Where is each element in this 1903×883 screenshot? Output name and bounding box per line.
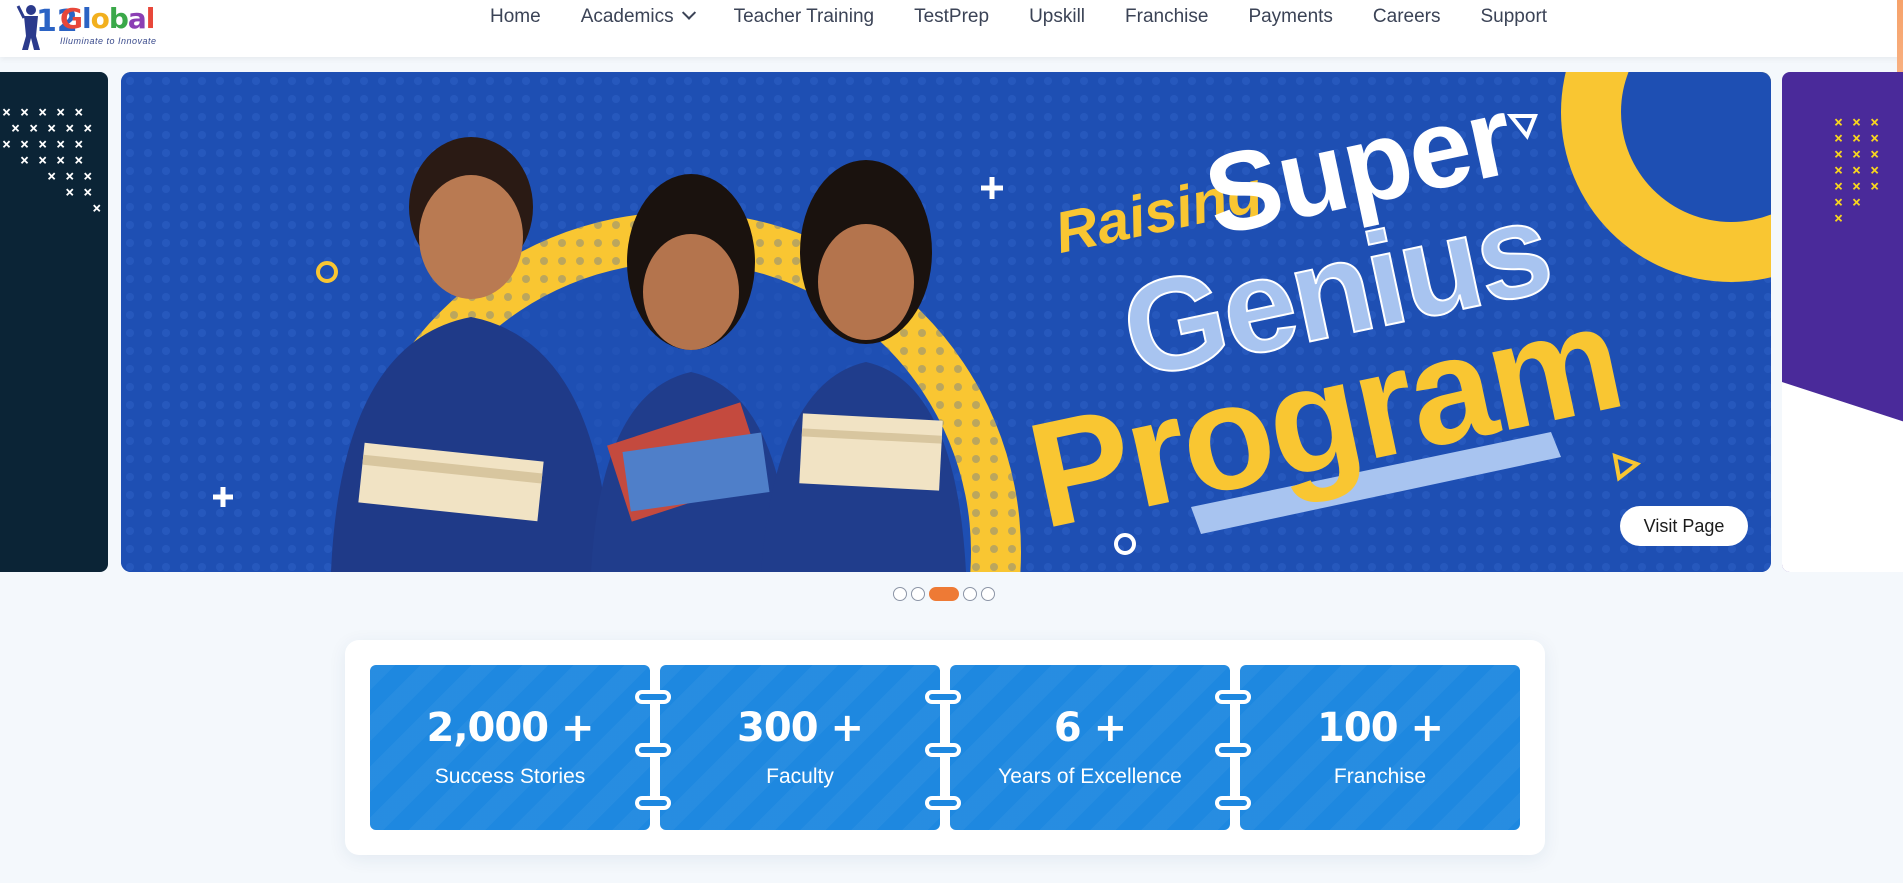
carousel-dot[interactable] [893, 587, 907, 601]
carousel-dot-active[interactable] [929, 587, 959, 601]
stat-card-years: 6 + Years of Excellence [950, 665, 1230, 830]
stat-card-franchise: 100 + Franchise [1240, 665, 1520, 830]
logo-wordmark: Global [60, 2, 155, 35]
carousel-dot[interactable] [981, 587, 995, 601]
stat-value: 2,000 + [426, 705, 595, 751]
stat-value: 6 + [1053, 705, 1127, 751]
x-pattern-decoration: × × × × × × × × × × × × × × × × × × × × … [2, 103, 102, 217]
stat-value: 300 + [737, 705, 864, 751]
nav-careers[interactable]: Careers [1353, 6, 1461, 28]
nav-upskill[interactable]: Upskill [1009, 6, 1105, 28]
binder-ring-decoration [925, 796, 961, 810]
binder-ring-decoration [635, 743, 671, 757]
carousel-slide-previous[interactable]: × × × × × × × × × × × × × × × × × × × × … [0, 72, 108, 572]
nav-franchise[interactable]: Franchise [1105, 6, 1228, 28]
stats-section: 2,000 + Success Stories 300 + Faculty 6 … [345, 640, 1545, 855]
site-header: 12 Global Illuminate to Innovate Home Ac… [0, 0, 1903, 200]
carousel-pagination [893, 587, 995, 601]
carousel-dot[interactable] [911, 587, 925, 601]
nav-home[interactable]: Home [470, 6, 561, 28]
brand-logo[interactable]: 12 Global Illuminate to Innovate [16, 0, 161, 52]
binder-ring-decoration [635, 796, 671, 810]
nav-support[interactable]: Support [1461, 6, 1568, 28]
nav-payments[interactable]: Payments [1228, 6, 1352, 28]
stat-card-success-stories: 2,000 + Success Stories [370, 665, 650, 830]
binder-ring-decoration [1215, 743, 1251, 757]
stat-value: 100 + [1317, 705, 1444, 751]
nav-teacher-training[interactable]: Teacher Training [714, 6, 894, 28]
nav-testprep[interactable]: TestPrep [894, 6, 1009, 28]
stat-label: Years of Excellence [998, 765, 1182, 788]
binder-ring-decoration [635, 690, 671, 704]
main-nav: Home Academics Teacher Training TestPrep… [470, 5, 1568, 28]
binder-ring-decoration [925, 743, 961, 757]
binder-ring-decoration [1215, 690, 1251, 704]
stat-label: Success Stories [434, 765, 586, 788]
logo-tagline: Illuminate to Innovate [60, 36, 157, 46]
x-pattern-decoration: × × × × × × × × × × × × × × × × × × [1834, 113, 1880, 227]
carousel-slide-next[interactable]: × × × × × × × × × × × × × × × × × × [1782, 72, 1903, 572]
binder-ring-decoration [1215, 796, 1251, 810]
stat-label: Franchise [1333, 765, 1427, 788]
binder-ring-decoration [925, 690, 961, 704]
carousel-slide-active[interactable]: Raising Super Genius Program Visit Page [121, 72, 1771, 572]
visit-page-button[interactable]: Visit Page [1620, 506, 1748, 546]
nav-academics[interactable]: Academics [561, 5, 714, 28]
stat-label: Faculty [766, 765, 834, 788]
slide-shape-decoration [1782, 382, 1903, 572]
carousel-dot[interactable] [963, 587, 977, 601]
chevron-down-icon [681, 5, 696, 20]
stat-card-faculty: 300 + Faculty [660, 665, 940, 830]
